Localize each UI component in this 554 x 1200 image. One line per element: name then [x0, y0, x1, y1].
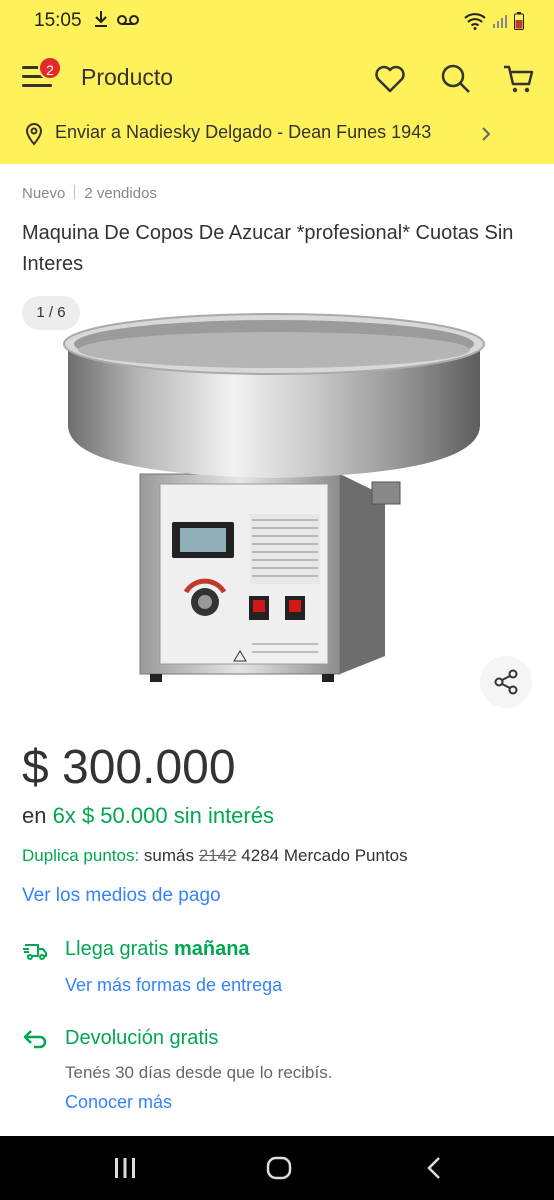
status-left-icons	[94, 10, 139, 31]
status-bar: 15:05	[0, 0, 554, 42]
shipping-address-bar[interactable]: Enviar a Nadiesky Delgado - Dean Funes 1…	[0, 114, 554, 164]
battery-icon	[514, 12, 524, 30]
share-button[interactable]	[480, 656, 532, 708]
product-price: $ 300.000	[22, 741, 236, 794]
free-return-label: Devolución gratis	[65, 1027, 219, 1049]
free-shipping-label: Llega gratis mañana	[65, 938, 250, 961]
notification-badge: 2	[38, 56, 62, 80]
search-icon[interactable]	[439, 62, 473, 96]
back-icon[interactable]	[420, 1153, 450, 1183]
installments-prefix: en	[22, 803, 47, 828]
status-time: 15:05	[34, 10, 82, 31]
installments-info: en 6x $ 50.000 sin interés	[22, 803, 274, 829]
heart-icon[interactable]	[373, 62, 407, 96]
points-text: sumás	[143, 846, 194, 865]
delivery-day: mañana	[173, 938, 250, 960]
truck-icon	[23, 944, 47, 960]
installments-value: 6x $ 50.000 sin interés	[52, 803, 274, 828]
product-title: Maquina De Copos De Azucar *profesional*…	[22, 222, 514, 275]
cart-icon[interactable]	[502, 62, 536, 96]
image-counter: 1 / 6	[22, 296, 80, 330]
share-icon	[494, 669, 518, 695]
more-delivery-options-link[interactable]: Ver más formas de entrega	[65, 975, 282, 996]
product-image[interactable]	[0, 296, 554, 716]
home-icon[interactable]	[264, 1153, 294, 1183]
voicemail-icon	[116, 15, 139, 25]
recent-apps-icon[interactable]	[110, 1153, 140, 1183]
separator	[74, 185, 76, 199]
points-old: 2142	[198, 846, 237, 865]
chevron-right-icon	[482, 127, 491, 141]
wifi-icon	[464, 13, 486, 30]
shipping-address: Enviar a Nadiesky Delgado - Dean Funes 1…	[55, 122, 432, 142]
payment-methods-link[interactable]: Ver los medios de pago	[22, 885, 221, 907]
condition-label: Nuevo	[22, 185, 66, 202]
product-gallery[interactable]: 1 / 6	[0, 296, 554, 716]
points-new: 4284 Mercado Puntos	[241, 846, 408, 865]
return-arrow-icon	[23, 1030, 47, 1049]
status-right-icons	[464, 12, 524, 30]
sold-count: 2 vendidos	[84, 185, 157, 202]
location-pin-icon	[25, 123, 43, 146]
android-nav-bar	[0, 1136, 554, 1200]
page-title: Producto	[81, 64, 174, 90]
app-header: 2 Producto	[0, 42, 554, 114]
learn-more-link[interactable]: Conocer más	[65, 1092, 172, 1113]
points-info: Duplica puntos: sumás 2142 4284 Mercado …	[22, 846, 408, 866]
points-label: Duplica puntos:	[22, 846, 140, 865]
menu-icon-bar	[22, 84, 52, 87]
download-icon	[95, 11, 107, 27]
free-shipping-text: Llega gratis	[65, 938, 169, 960]
signal-icon	[493, 15, 507, 28]
product-subtitle: Nuevo 2 vendidos	[22, 185, 157, 202]
return-description: Tenés 30 días desde que lo recibís.	[65, 1063, 333, 1082]
